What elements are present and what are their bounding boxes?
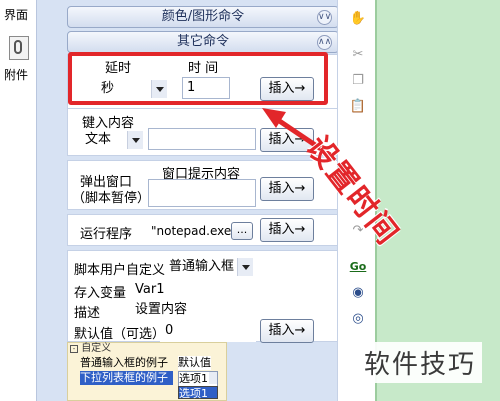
preview-row1-value[interactable]: 默认值 [178,356,211,370]
color-commands-title: 颜色/图形命令 [161,9,245,24]
custom-insert-button[interactable]: 插入→ [260,319,314,343]
dropdown-arrow-icon[interactable] [127,131,143,149]
custom-define-label: 脚本用户自定义 [74,263,166,278]
run-insert-button[interactable]: 插入→ [260,218,314,242]
editor-area[interactable] [375,0,500,401]
preview-header-label: 自定义 [81,343,112,354]
keyinput-content-input[interactable] [148,128,256,150]
collapse-icon[interactable]: - [70,345,78,353]
default-label: 默认值（可选） [74,327,166,342]
popup-insert-button[interactable]: 插入→ [260,177,314,201]
chevron-up-icon[interactable]: ∧∧ [317,35,332,50]
other-commands-title: 其它命令 [176,34,229,49]
attachment-icon[interactable] [9,36,29,60]
keyinput-type-select[interactable]: 文本 [82,130,144,150]
var-label: 存入变量 [74,286,127,301]
dropdown-arrow-icon[interactable] [237,258,253,276]
cut-icon[interactable]: ✂ [349,46,367,64]
copy-icon[interactable]: ❐ [349,72,367,90]
run-label: 运行程序 [80,227,133,242]
preview-box: - 自定义 普通输入框的例子 默认值 下拉列表框的例子 选项1 选项1 [67,342,227,401]
run-section: 运行程序 "notepad.exe" ... 插入→ [67,214,339,246]
keyinput-label: 键入内容 [82,116,135,131]
keyinput-section: 键入内容 文本 插入→ [67,108,339,156]
left-sidebar: 界面 附件 [0,0,37,401]
watermark: 软件技巧 [358,342,483,383]
dropdown-option[interactable]: 选项1 [178,386,218,400]
sidebar-item-interface[interactable]: 界面 [4,6,28,23]
replace-icon[interactable]: ◎ [349,310,367,328]
desc-input[interactable]: 设置内容 [130,299,256,321]
run-program-input[interactable]: "notepad.exe" [146,220,237,242]
custom-section: 脚本用户自定义 普通输入框 存入变量 Var1 描述 设置内容 默认值（可选） … [67,250,339,343]
desc-label: 描述 [74,306,101,321]
keyinput-type-value: 文本 [85,132,112,147]
preview-row1-label: 普通输入框的例子 [80,356,168,369]
var-input[interactable]: Var1 [130,279,256,301]
chevron-down-icon[interactable]: ∨∨ [317,10,332,25]
browse-button[interactable]: ... [231,222,253,240]
popup-section: 弹出窗口 （脚本暂停） 窗口提示内容 插入→ [67,160,339,210]
default-input[interactable]: 0 [160,320,256,342]
highlight-box [68,52,328,105]
find-icon[interactable]: ◉ [349,284,367,302]
sidebar-item-attachment[interactable]: 附件 [4,66,28,83]
preview-row2-value: 选项1 [179,372,208,385]
custom-type-select[interactable]: 普通输入框 [166,257,254,277]
color-commands-header[interactable]: 颜色/图形命令 ∨∨ [67,6,339,28]
popup-content-input[interactable] [148,179,256,207]
custom-type-value: 普通输入框 [169,259,235,274]
paste-icon[interactable]: 📋 [349,98,367,116]
other-commands-header[interactable]: 其它命令 ∧∧ [67,31,339,53]
preview-row2: 下拉列表框的例子 选项1 [80,371,224,387]
preview-row1: 普通输入框的例子 默认值 [80,356,224,370]
goto-icon[interactable]: Go [349,258,367,276]
hand-icon[interactable]: ✋ [349,10,367,28]
preview-row2-label: 下拉列表框的例子 [80,371,173,385]
dropdown-arrow-icon[interactable] [209,372,217,384]
preview-header: - 自定义 [68,343,228,356]
preview-row2-select[interactable]: 选项1 [178,371,218,387]
popup-sublabel: （脚本暂停） [72,191,151,206]
